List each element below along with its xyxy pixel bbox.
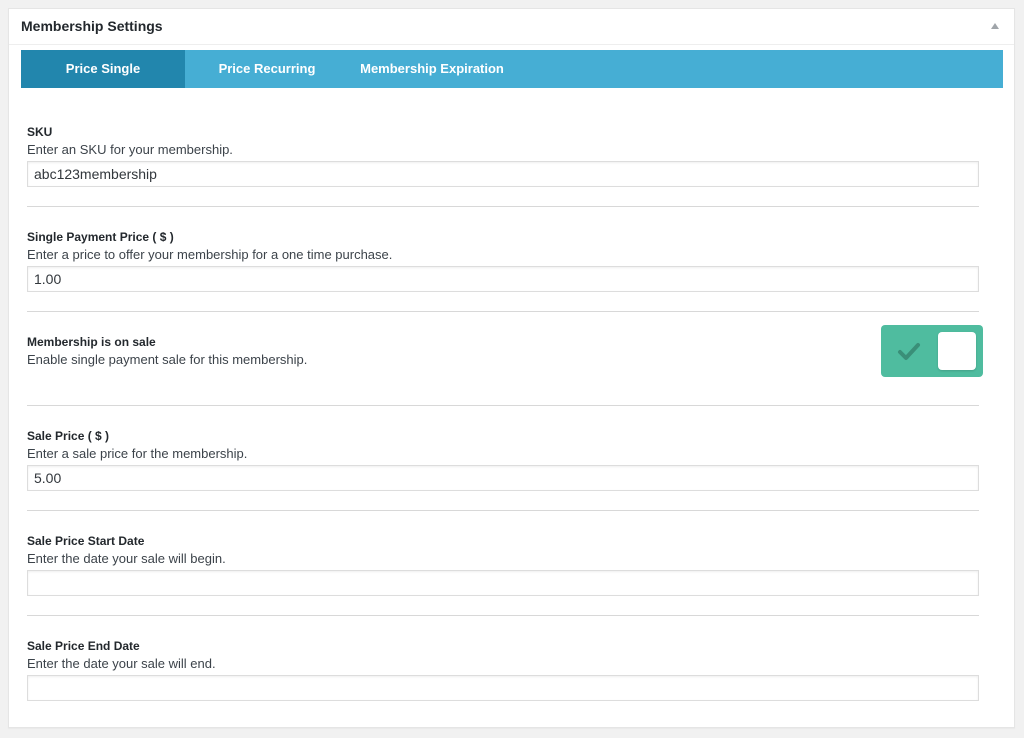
divider (27, 615, 979, 616)
sku-field-group: SKU Enter an SKU for your membership. (27, 124, 979, 187)
on-sale-label: Membership is on sale (27, 335, 156, 349)
sale-end-label: Sale Price End Date (27, 639, 140, 653)
tab-membership-expiration[interactable]: Membership Expiration (349, 50, 515, 88)
single-price-description: Enter a price to offer your membership f… (27, 247, 393, 262)
sale-start-field-group: Sale Price Start Date Enter the date you… (27, 533, 979, 596)
panel-header[interactable]: Membership Settings (9, 9, 1014, 45)
sale-end-field-group: Sale Price End Date Enter the date your … (27, 638, 979, 701)
membership-settings-panel: Membership Settings Price Single Price R… (8, 8, 1015, 728)
sku-input[interactable] (27, 161, 979, 187)
single-price-input[interactable] (27, 266, 979, 292)
single-price-label: Single Payment Price ( $ ) (27, 230, 174, 244)
divider (27, 311, 979, 312)
sale-start-description: Enter the date your sale will begin. (27, 551, 226, 566)
sale-end-description: Enter the date your sale will end. (27, 656, 216, 671)
on-sale-field-group: Membership is on sale Enable single paym… (27, 334, 857, 368)
on-sale-toggle[interactable] (881, 325, 983, 377)
sale-price-field-group: Sale Price ( $ ) Enter a sale price for … (27, 428, 979, 491)
sale-price-label: Sale Price ( $ ) (27, 429, 110, 443)
divider (27, 206, 979, 207)
toggle-knob[interactable] (938, 332, 976, 370)
divider (27, 405, 979, 406)
single-price-field-group: Single Payment Price ( $ ) Enter a price… (27, 229, 979, 292)
sale-end-date-input[interactable] (27, 675, 979, 701)
sale-start-date-input[interactable] (27, 570, 979, 596)
triangle-up-icon[interactable] (988, 19, 1002, 33)
sale-price-input[interactable] (27, 465, 979, 491)
on-sale-description: Enable single payment sale for this memb… (27, 352, 308, 367)
sale-start-label: Sale Price Start Date (27, 534, 145, 548)
tab-price-single[interactable]: Price Single (21, 50, 185, 88)
tab-price-recurring[interactable]: Price Recurring (185, 50, 349, 88)
sku-description: Enter an SKU for your membership. (27, 142, 233, 157)
sku-label: SKU (27, 125, 53, 139)
checkmark-icon (897, 339, 921, 363)
tab-bar: Price Single Price Recurring Membership … (21, 50, 1003, 88)
divider (27, 510, 979, 511)
panel-title: Membership Settings (21, 18, 163, 34)
sale-price-description: Enter a sale price for the membership. (27, 446, 248, 461)
